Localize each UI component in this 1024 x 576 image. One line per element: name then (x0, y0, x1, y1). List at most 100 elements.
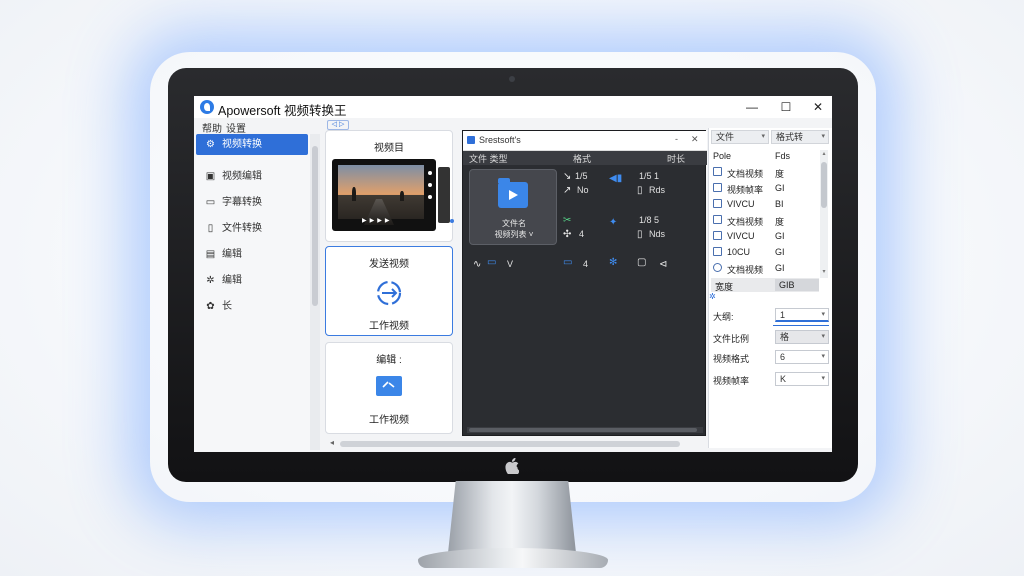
edit-card[interactable]: 编辑 : 工作视频 (325, 342, 453, 434)
sidebar-item-subtitle-convert[interactable]: ▭ 字幕转换 (196, 192, 308, 213)
scroll-left-icon[interactable]: ◂ (330, 438, 334, 447)
sidebar-item-label: 编辑 (222, 249, 242, 260)
sidebar-item-edit-2[interactable]: ✲ 编辑 (196, 270, 308, 291)
tree-shape (400, 191, 404, 201)
sidebar-item-label: 长 (222, 301, 232, 312)
app-title: Apowersoft 视频转换王 (218, 104, 347, 118)
monitor-icon: ▭ (563, 257, 573, 268)
row-value: GI (775, 263, 785, 273)
panel-close-button[interactable]: ✕ (691, 134, 699, 145)
file-tile[interactable]: 文件名 视频列表 ˅ (469, 169, 557, 245)
screen-icon: ▭ (205, 197, 216, 208)
format-select[interactable]: 6 ▾ (775, 350, 829, 364)
header-label: 文件 (716, 132, 735, 142)
doc-icon: ▯ (637, 229, 643, 240)
video-preview-card[interactable]: 视频目 ▶▶▶▶ (325, 130, 454, 242)
row-name: Pole (713, 151, 732, 161)
row-name: 10CU (727, 247, 751, 257)
column-header: 文件 类型 格式 时长 (463, 151, 707, 165)
monitor-stand-base (418, 548, 608, 568)
sidebar-item-label: 视频编辑 (222, 171, 262, 182)
format-header-dropdown[interactable]: 格式转 ▾ (771, 130, 829, 144)
column-format[interactable]: 格式 (573, 152, 591, 165)
menu-item-settings[interactable]: 设置 (226, 120, 246, 135)
chevron-down-icon: ▾ (821, 311, 825, 318)
doc-icon: ▯ (207, 223, 214, 234)
sound-icon: ⊲ (659, 259, 668, 270)
app-window: Apowersoft 视频转换王 — ☐ ✕ 帮助 设置 ⚙ 视频转换 ▣ 视频… (194, 96, 832, 452)
plus-icon: ✣ (563, 229, 572, 240)
framerate-select[interactable]: K ▾ (775, 372, 829, 386)
sidebar-item-file-convert[interactable]: ▯ 文件转换 (196, 218, 308, 239)
prop-label: 文件比例 (713, 334, 750, 344)
sidebar-item-label: 视频转换 (222, 139, 262, 150)
marker-icon: ✲ (709, 292, 716, 301)
sunset-image: ▶▶▶▶ (338, 165, 424, 225)
list-item[interactable]: 文档视频 度 (709, 164, 819, 180)
panel-header: Srestsoft's - ✕ (463, 131, 707, 151)
column-file-type[interactable]: 文件 类型 (469, 152, 508, 165)
sparkle-icon: ✦ (609, 217, 618, 228)
scrollbar-thumb[interactable] (312, 146, 318, 306)
row-value: GIB (775, 279, 819, 291)
sidebar-item-long[interactable]: ✿ 长 (196, 296, 308, 317)
minimize-button[interactable]: — (742, 98, 762, 116)
sidebar-scrollbar[interactable] (310, 134, 320, 450)
chevron-down-icon: ▾ (821, 333, 825, 340)
file-icon (713, 199, 722, 208)
sidebar-item-edit[interactable]: ▤ 编辑 (196, 244, 308, 265)
list-item[interactable]: VIVCU BI (709, 196, 819, 212)
scrollbar-thumb[interactable] (821, 162, 827, 208)
app-logo-icon (200, 100, 214, 114)
next-thumbnail[interactable] (438, 167, 450, 223)
panel-scrollbar[interactable] (467, 427, 703, 433)
row-value: GI (775, 247, 785, 257)
panel-minimize-button[interactable]: - (675, 134, 678, 144)
scrollbar-thumb[interactable] (340, 441, 680, 447)
menu-bar: 帮助 设置 (194, 118, 314, 135)
properties-panel: 文件 ▾ 格式转 ▾ Pole Fds 文档视频 度 视频帧率 GI VIVCU… (708, 128, 832, 448)
camera-dot (509, 76, 515, 82)
monitor-icon: ▭ (487, 257, 497, 268)
send-video-card[interactable]: 发送视频 工作视频 (325, 246, 453, 336)
file-icon (713, 231, 722, 240)
monitor-stand-neck (448, 481, 576, 553)
close-button[interactable]: ✕ (808, 98, 828, 116)
disc-icon (713, 263, 722, 272)
list-item[interactable]: Pole Fds (709, 148, 819, 164)
list-scrollbar[interactable]: ▴ ▾ (820, 150, 828, 278)
row-name: 宽度 (715, 282, 734, 292)
list-item[interactable]: VIVCU GI (709, 228, 819, 244)
maximize-button[interactable]: ☐ (776, 98, 796, 116)
accent-divider (773, 325, 829, 326)
scroll-down-icon[interactable]: ▾ (820, 268, 828, 275)
list-item[interactable]: 视频帧率 GI (709, 180, 819, 196)
nav-tab[interactable]: ◁ ▷ (327, 120, 349, 130)
sidebar-item-video-edit[interactable]: ▣ 视频编辑 (196, 166, 308, 187)
list-item[interactable]: 文档视频 度 (709, 212, 819, 228)
row-value: BI (775, 199, 784, 209)
bottom-scrollbar[interactable]: ◂ (330, 438, 706, 448)
wave-icon: ∿ (473, 259, 482, 270)
selected-row[interactable]: 宽度 GIB (711, 278, 819, 292)
menu-item-help[interactable]: 帮助 (202, 120, 222, 135)
video-thumbnail[interactable]: ▶▶▶▶ (332, 159, 436, 231)
file-list-panel: Srestsoft's - ✕ 文件 类型 格式 时长 文件名 视频列表 ˅ ↘… (462, 130, 707, 436)
list-item[interactable]: 10CU GI (709, 244, 819, 260)
sidebar-item-label: 字幕转换 (222, 197, 262, 208)
outline-select[interactable]: 1 ▾ (775, 308, 829, 322)
scrollbar-thumb[interactable] (469, 428, 697, 432)
edit-icon: ▤ (205, 249, 216, 260)
sidebar-item-video-convert[interactable]: ⚙ 视频转换 (196, 134, 308, 155)
column-duration[interactable]: 时长 (667, 152, 685, 165)
file-header-dropdown[interactable]: 文件 ▾ (711, 130, 769, 144)
card-title: 编辑 : (376, 355, 402, 366)
video-folder-icon (498, 178, 528, 208)
ratio-select[interactable]: 格 ▾ (775, 330, 829, 344)
row-name: VIVCU (727, 199, 755, 209)
settings-icon: ✲ (206, 275, 215, 286)
scroll-up-icon[interactable]: ▴ (820, 150, 828, 157)
tile-list-dropdown[interactable]: 视频列表 ˅ (470, 229, 558, 240)
gear-icon: ⚙ (206, 139, 215, 150)
list-item[interactable]: 文档视频 GI (709, 260, 819, 276)
